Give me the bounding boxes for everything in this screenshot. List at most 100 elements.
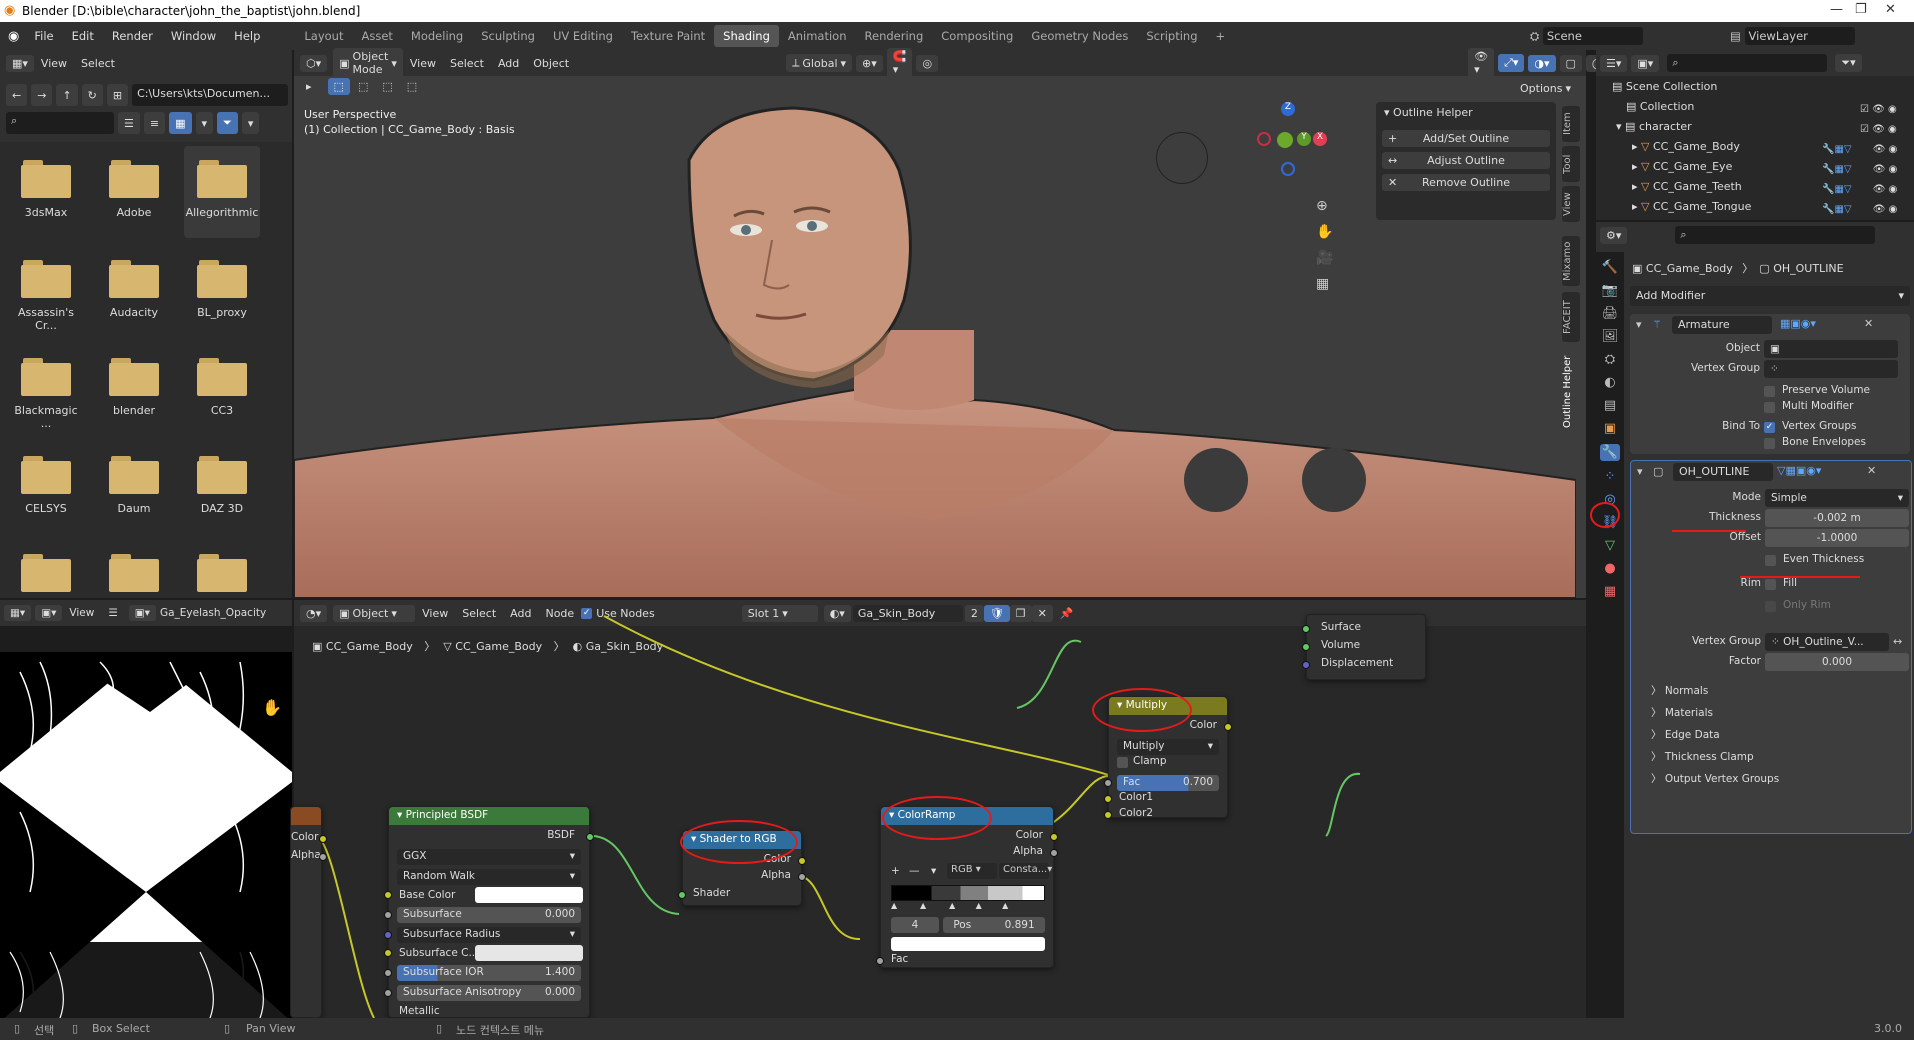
- editor-type-icon[interactable]: ☰▾: [1600, 54, 1628, 72]
- ramp-interp-dropdown[interactable]: Consta...▾: [999, 863, 1052, 879]
- surface-socket[interactable]: [1302, 625, 1310, 633]
- parent-dir-icon[interactable]: ↑: [56, 84, 78, 106]
- edge-data-subpanel[interactable]: 〉 Edge Data: [1651, 727, 1720, 742]
- output-vgroups-subpanel[interactable]: 〉 Output Vertex Groups: [1651, 771, 1779, 786]
- remove-modifier-icon[interactable]: ✕: [1867, 464, 1876, 477]
- gizmo-y-axis[interactable]: [1277, 132, 1293, 148]
- tab-texture-paint[interactable]: Texture Paint: [622, 25, 714, 47]
- cr-fac-socket[interactable]: [876, 957, 884, 965]
- folder-item-selected[interactable]: Allegorithmic: [184, 146, 260, 238]
- outliner-visibility-icons[interactable]: ☑ 👁 ◉ ☑ 👁 ◉ 👁 ◉ 👁 ◉ 👁 ◉ 👁 ◉: [1860, 100, 1897, 220]
- mul-fac-socket[interactable]: [1104, 779, 1112, 787]
- grid-icon[interactable]: ▦: [1316, 276, 1333, 292]
- outline-helper-header[interactable]: ▾ Outline Helper: [1376, 102, 1556, 123]
- base-color-socket[interactable]: [384, 891, 392, 899]
- base-color-swatch[interactable]: [475, 887, 583, 903]
- mode-dropdown[interactable]: ▣ Object Mode ▾: [333, 48, 403, 78]
- gizmo-neg-z-axis[interactable]: [1281, 162, 1295, 176]
- subsurface-radius-socket[interactable]: [384, 931, 392, 939]
- select-mode-extend-icon[interactable]: ⬚: [351, 78, 375, 95]
- node-editor-panel[interactable]: ◔▾ ▣ Object ▾ View Select Add Node ✓ Use…: [290, 600, 1586, 1018]
- tab-sculpting[interactable]: Sculpting: [472, 25, 544, 47]
- menu-help[interactable]: Help: [225, 29, 269, 43]
- particles-tab-icon[interactable]: ⁘: [1605, 469, 1616, 484]
- menu-icon[interactable]: ☰: [101, 607, 124, 619]
- add-set-outline-button[interactable]: + Add/Set Outline: [1382, 130, 1550, 147]
- subsurface-field[interactable]: Subsurface 0.000: [397, 907, 581, 923]
- outliner-item[interactable]: ▸ ▽ CC_Game_Eye: [1632, 160, 1732, 173]
- materials-subpanel[interactable]: 〉 Materials: [1651, 705, 1713, 720]
- image-mode-icon[interactable]: ▣▾: [35, 605, 63, 621]
- zoom-icon[interactable]: ⊕: [1316, 198, 1333, 214]
- add-workspace-icon[interactable]: +: [1207, 25, 1235, 47]
- bsdf-output-socket[interactable]: [586, 833, 594, 841]
- fb-view-menu[interactable]: View: [34, 57, 74, 70]
- mul-color-socket[interactable]: [1224, 723, 1232, 731]
- menu-window[interactable]: Window: [162, 29, 225, 43]
- factor-field[interactable]: 0.000: [1765, 653, 1909, 671]
- forward-icon[interactable]: →: [31, 84, 53, 106]
- outliner-item[interactable]: ▸ ▽ CC_Game_Teeth: [1632, 180, 1742, 193]
- blend-mode-dropdown[interactable]: Multiply ▾: [1117, 739, 1219, 755]
- thickness-field[interactable]: -0.002 m: [1765, 509, 1909, 527]
- fb-select-menu[interactable]: Select: [74, 57, 122, 70]
- folder-item[interactable]: Assassin's Cr...: [8, 260, 84, 332]
- modifier-display-toggles-icon[interactable]: ▦▣◉▾: [1780, 317, 1816, 330]
- filter-icon[interactable]: ⏷▾: [1835, 54, 1862, 72]
- collection-tab-icon[interactable]: ▤: [1604, 398, 1616, 413]
- select-mode-invert-icon[interactable]: ⬚: [400, 78, 424, 95]
- outliner-item[interactable]: ▸ ▽ CC_Game_Tongue: [1632, 200, 1751, 213]
- camera-icon[interactable]: 🎥: [1316, 250, 1333, 266]
- scene-tab-icon[interactable]: ⛭: [1605, 352, 1615, 367]
- folder-item[interactable]: Audacity: [104, 260, 164, 319]
- sss-method-dropdown[interactable]: Random Walk ▾: [397, 869, 581, 885]
- subsurface-anisotropy-socket[interactable]: [384, 989, 392, 997]
- color-ramp-gradient[interactable]: [891, 885, 1045, 901]
- color1-socket[interactable]: [1104, 795, 1112, 803]
- fb-path-field[interactable]: C:\Users\kts\Documen...: [132, 84, 288, 106]
- folder-item[interactable]: 3dsMax: [16, 160, 76, 219]
- tab-modeling[interactable]: Modeling: [402, 25, 472, 47]
- tab-layout[interactable]: Layout: [295, 25, 352, 47]
- display-mode-icon[interactable]: ▣▾: [1631, 54, 1660, 72]
- sidetab-faceit[interactable]: FACEIT: [1562, 292, 1580, 342]
- invert-vgroup-icon[interactable]: ↔: [1893, 635, 1902, 648]
- proportional-edit-icon[interactable]: ◎: [916, 54, 939, 72]
- image-name[interactable]: Ga_Eyelash_Opacity: [160, 607, 270, 619]
- outliner-item[interactable]: ▸ ▽ CC_Game_Body: [1632, 140, 1740, 153]
- normals-subpanel[interactable]: 〉 Normals: [1651, 683, 1708, 698]
- folder-item[interactable]: CELSYS: [16, 456, 76, 515]
- tab-uv-editing[interactable]: UV Editing: [544, 25, 622, 47]
- maximize-icon[interactable]: ❐: [1855, 2, 1867, 17]
- multi-modifier-checkbox[interactable]: [1764, 402, 1775, 413]
- stop-color-swatch[interactable]: [891, 937, 1045, 951]
- subsurface-color-socket[interactable]: [384, 949, 392, 957]
- output-tab-icon[interactable]: 🖨: [1602, 306, 1619, 321]
- folder-item[interactable]: BL_proxy: [192, 260, 252, 319]
- blender-menu-icon[interactable]: ◉: [8, 29, 19, 44]
- editor-type-icon[interactable]: ⚙▾: [1600, 226, 1628, 244]
- vp-view-menu[interactable]: View: [403, 57, 443, 70]
- back-icon[interactable]: ←: [6, 84, 28, 106]
- pivot-icon[interactable]: ⊕▾: [856, 54, 883, 72]
- vp-add-menu[interactable]: Add: [491, 57, 526, 70]
- color2-socket[interactable]: [1104, 811, 1112, 819]
- remove-stop-icon[interactable]: —: [909, 865, 920, 877]
- armature-name-field[interactable]: Armature: [1672, 316, 1772, 334]
- character-row[interactable]: ▾ ▤ character: [1616, 120, 1692, 133]
- properties-search-input[interactable]: ⌕: [1675, 226, 1876, 244]
- clamp-checkbox[interactable]: [1117, 757, 1128, 768]
- str-alpha-socket[interactable]: [798, 873, 806, 881]
- vp-object-menu[interactable]: Object: [526, 57, 576, 70]
- modifier-tab-icon[interactable]: 🔧: [1599, 444, 1621, 461]
- menu-file[interactable]: File: [25, 29, 62, 43]
- select-mode-subtract-icon[interactable]: ⬚: [376, 78, 399, 95]
- scene-collection-row[interactable]: ▤ Scene Collection: [1612, 80, 1717, 93]
- fb-search-input[interactable]: ⌕: [6, 112, 114, 134]
- texture-tab-icon[interactable]: ▦: [1604, 584, 1616, 599]
- gizmo-z-axis[interactable]: Z: [1281, 102, 1295, 116]
- render-tab-icon[interactable]: 📷: [1602, 283, 1618, 298]
- viewport-3d[interactable]: ⬡▾ ▣ Object Mode ▾ View Select Add Objec…: [294, 48, 1640, 598]
- refresh-icon[interactable]: ↻: [81, 84, 103, 106]
- sidetab-tool[interactable]: Tool: [1562, 146, 1580, 182]
